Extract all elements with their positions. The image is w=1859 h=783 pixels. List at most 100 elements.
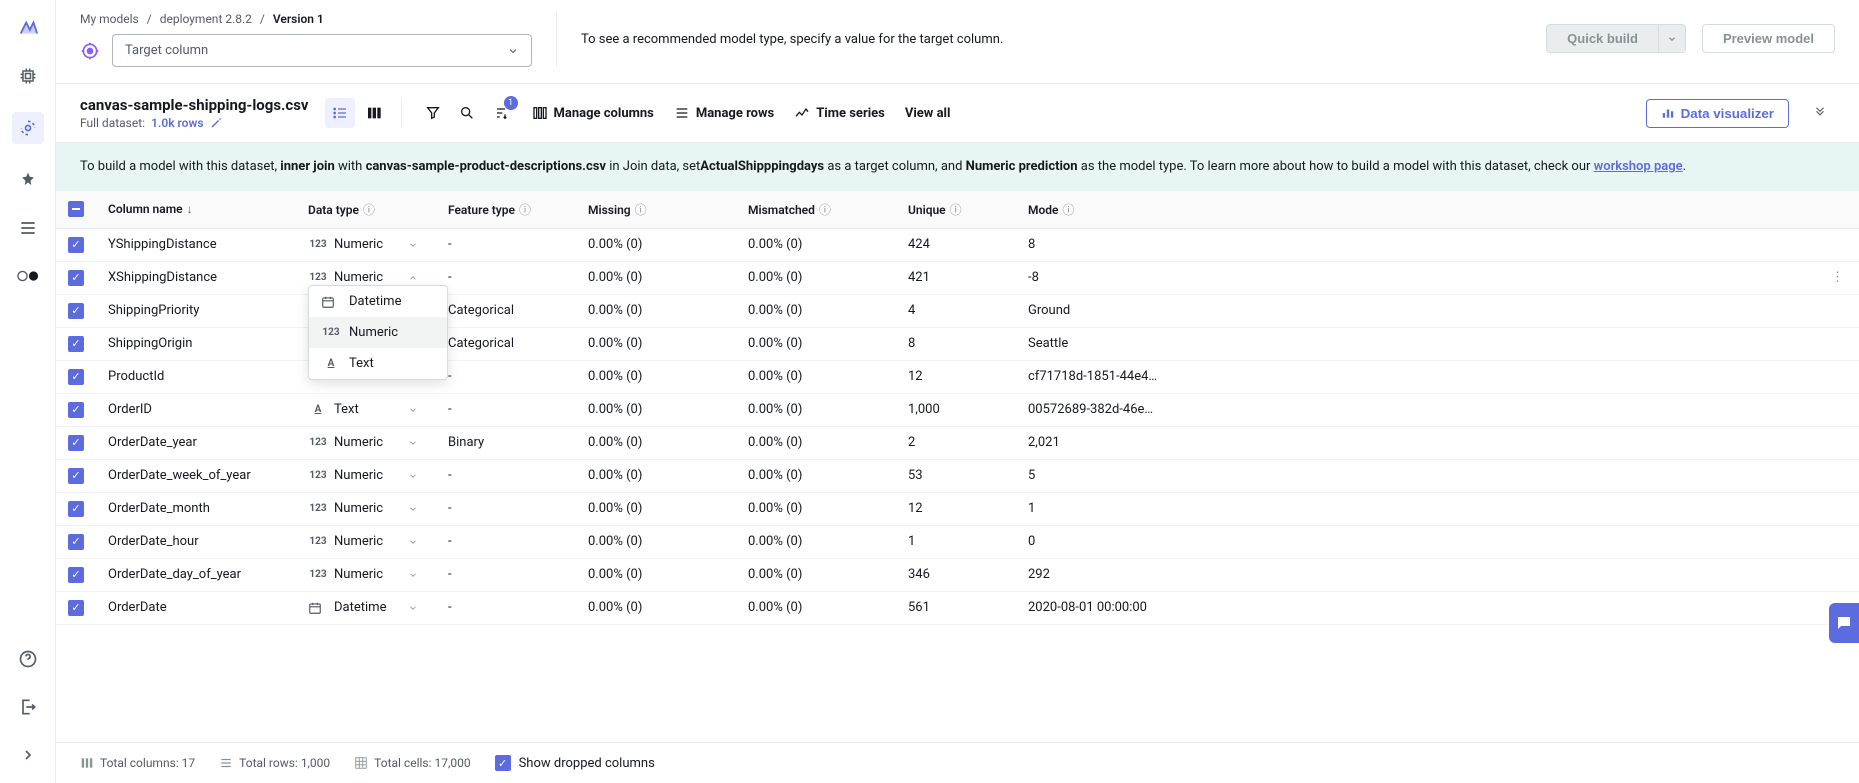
quick-build-button[interactable]: Quick build: [1546, 24, 1659, 53]
quick-build-split: Quick build: [1546, 24, 1686, 53]
info-icon[interactable]: ⓘ: [635, 203, 647, 217]
quick-build-caret[interactable]: [1659, 24, 1686, 53]
row-checkbox[interactable]: [68, 237, 84, 253]
row-checkbox[interactable]: [68, 303, 84, 319]
cell-missing: 0.00% (0): [576, 261, 736, 294]
data-type-dropdown: Datetime 123Numeric AText: [308, 285, 448, 380]
manage-columns-link[interactable]: Manage columns: [532, 105, 654, 121]
chevron-down-icon[interactable]: [408, 405, 424, 415]
workshop-page-link[interactable]: workshop page: [1594, 159, 1683, 174]
app-logo-icon[interactable]: [16, 16, 40, 40]
row-checkbox[interactable]: [68, 270, 84, 286]
sort-badge: 1: [504, 96, 518, 110]
cell-unique: 8: [896, 327, 1016, 360]
data-type-cell[interactable]: 123Numeric: [308, 534, 424, 549]
data-type-cell[interactable]: AText: [308, 402, 424, 417]
numeric-type-icon: 123: [308, 503, 328, 514]
row-checkbox[interactable]: [68, 534, 84, 550]
row-checkbox[interactable]: [68, 402, 84, 418]
info-icon[interactable]: ⓘ: [363, 203, 375, 217]
dataset-name: canvas-sample-shipping-logs.csv: [80, 96, 309, 114]
info-icon[interactable]: ⓘ: [950, 203, 962, 217]
breadcrumb-my-models[interactable]: My models: [80, 12, 139, 26]
filter-icon[interactable]: [418, 98, 448, 128]
row-checkbox[interactable]: [68, 567, 84, 583]
chip-icon[interactable]: [16, 64, 40, 88]
expand-sidebar-icon[interactable]: [16, 743, 40, 767]
header-column-name[interactable]: Column name: [108, 202, 183, 216]
tool-icons: 1: [418, 98, 516, 128]
preview-model-button[interactable]: Preview model: [1702, 24, 1835, 53]
toggle-icon[interactable]: [16, 264, 40, 288]
data-type-cell[interactable]: 123Numeric: [308, 501, 424, 516]
chat-fab-icon[interactable]: [1829, 603, 1859, 643]
chevron-up-icon[interactable]: [408, 273, 424, 283]
breadcrumb-deployment[interactable]: deployment 2.8.2: [160, 12, 252, 26]
cell-column-name: ProductId: [96, 360, 296, 393]
search-icon[interactable]: [452, 98, 482, 128]
info-icon[interactable]: ⓘ: [519, 203, 531, 217]
data-type-cell[interactable]: 123Numeric Datetime 123Numeric AText: [308, 270, 424, 285]
data-visualizer-button[interactable]: Data visualizer: [1646, 99, 1789, 128]
top-actions: Quick build Preview model: [1546, 12, 1835, 53]
cell-column-name: OrderDate_week_of_year: [96, 459, 296, 492]
total-cells-stat: Total cells: 17,000: [354, 756, 470, 770]
dataset-sub-label: Full dataset:: [80, 116, 145, 130]
list-view-icon[interactable]: [325, 98, 355, 128]
chevron-down-icon[interactable]: [408, 570, 424, 580]
chevron-down-icon[interactable]: [408, 471, 424, 481]
show-dropped-checkbox[interactable]: [495, 755, 511, 771]
cell-mode: 292: [1016, 558, 1819, 591]
table-row: XShippingDistance 123Numeric Datetime 12…: [56, 261, 1859, 294]
show-dropped-toggle[interactable]: Show dropped columns: [495, 755, 655, 771]
row-checkbox[interactable]: [68, 600, 84, 616]
help-icon[interactable]: [16, 647, 40, 671]
datetime-type-icon: [308, 601, 328, 615]
chevron-down-icon[interactable]: [408, 537, 424, 547]
datetime-type-icon: [321, 295, 341, 309]
chevron-down-icon[interactable]: [408, 603, 424, 613]
cell-feature-type: -: [436, 261, 576, 294]
manage-rows-link[interactable]: Manage rows: [674, 105, 774, 121]
cell-unique: 12: [896, 360, 1016, 393]
tool-links: Manage columns Manage rows Time series V…: [532, 105, 951, 121]
star-icon[interactable]: [16, 168, 40, 192]
info-icon[interactable]: ⓘ: [819, 203, 831, 217]
data-type-cell[interactable]: Datetime: [308, 600, 424, 615]
info-icon[interactable]: ⓘ: [1063, 203, 1075, 217]
row-checkbox[interactable]: [68, 468, 84, 484]
dropdown-option-text[interactable]: AText: [309, 348, 447, 379]
cell-mismatched: 0.00% (0): [736, 327, 896, 360]
data-type-cell[interactable]: 123Numeric: [308, 237, 424, 252]
dropdown-option-numeric[interactable]: 123Numeric: [309, 317, 447, 348]
row-checkbox[interactable]: [68, 435, 84, 451]
dataset-rows-link[interactable]: 1.0k rows: [151, 116, 203, 130]
expand-panel-icon[interactable]: [1805, 98, 1835, 128]
select-all-checkbox[interactable]: [68, 201, 84, 217]
edit-dataset-icon[interactable]: [210, 117, 222, 129]
view-all-link[interactable]: View all: [905, 106, 951, 121]
chevron-down-icon[interactable]: [408, 438, 424, 448]
sort-icon[interactable]: 1: [486, 98, 516, 128]
time-series-link[interactable]: Time series: [794, 105, 885, 121]
list-icon[interactable]: [16, 216, 40, 240]
logout-icon[interactable]: [16, 695, 40, 719]
data-type-cell[interactable]: 123Numeric: [308, 567, 424, 582]
manage-columns-label: Manage columns: [554, 106, 654, 121]
chevron-down-icon[interactable]: [408, 240, 424, 250]
data-type-cell[interactable]: 123Numeric: [308, 435, 424, 450]
row-checkbox[interactable]: [68, 369, 84, 385]
dropdown-option-datetime[interactable]: Datetime: [309, 286, 447, 317]
row-checkbox[interactable]: [68, 336, 84, 352]
build-icon[interactable]: [12, 112, 44, 144]
target-column-select[interactable]: Target column: [112, 34, 532, 67]
row-more-icon[interactable]: ⋮: [1831, 270, 1844, 285]
table-row: OrderDate_year 123Numeric Binary 0.00% (…: [56, 426, 1859, 459]
chevron-down-icon[interactable]: [408, 504, 424, 514]
row-checkbox[interactable]: [68, 501, 84, 517]
data-type-cell[interactable]: 123Numeric: [308, 468, 424, 483]
grid-view-icon[interactable]: [359, 98, 389, 128]
table-row: OrderDate_month 123Numeric - 0.00% (0) 0…: [56, 492, 1859, 525]
cell-mismatched: 0.00% (0): [736, 492, 896, 525]
cell-mismatched: 0.00% (0): [736, 459, 896, 492]
